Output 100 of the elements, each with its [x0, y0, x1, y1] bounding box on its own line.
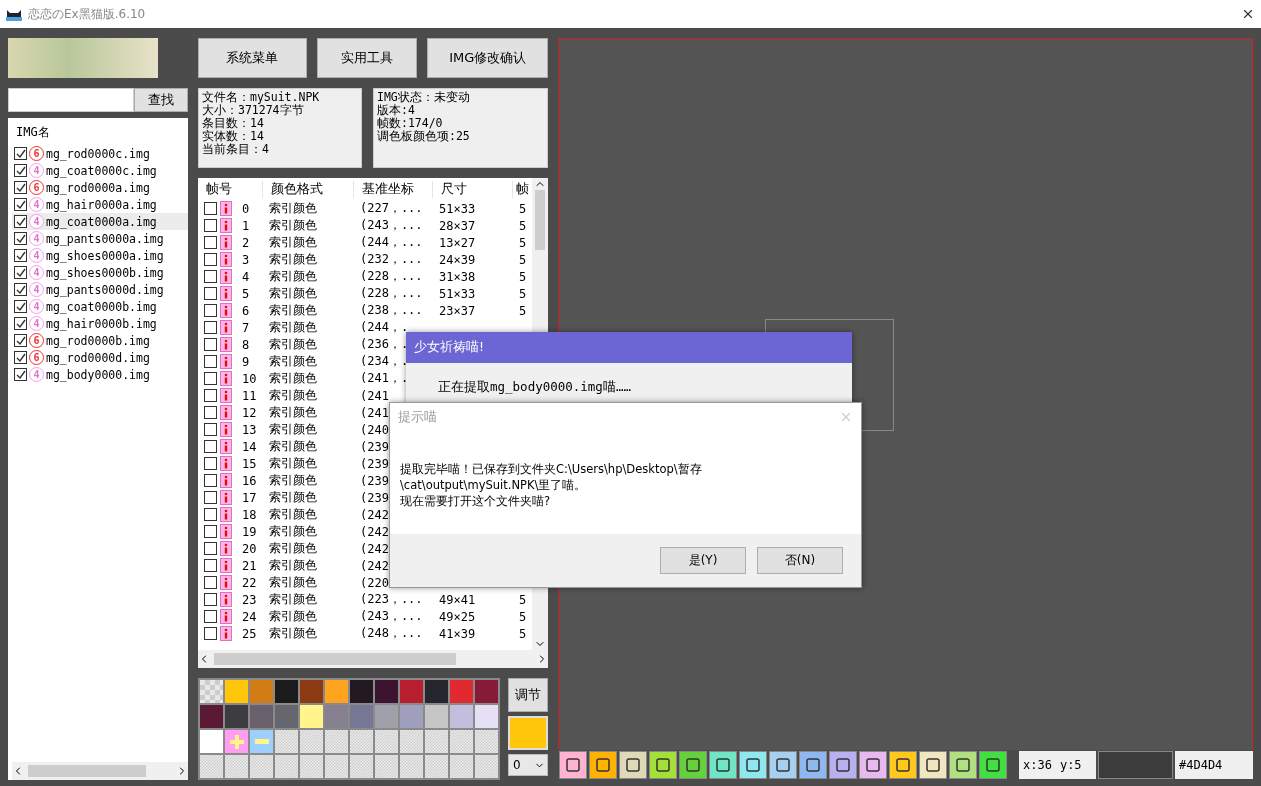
- version-badge: 6: [29, 333, 44, 348]
- table-cell: 10: [241, 371, 257, 386]
- version-badge: 4: [29, 282, 44, 297]
- version-badge: 4: [29, 163, 44, 178]
- table-cell: 5: [519, 218, 527, 233]
- info-text: 实体数：14: [202, 130, 265, 143]
- table-cell: 索引颜色: [269, 557, 317, 574]
- table-cell: 5: [519, 609, 527, 624]
- table-cell: 5: [519, 235, 527, 250]
- table-cell: 1: [241, 218, 250, 233]
- table-cell: 索引颜色: [269, 438, 317, 455]
- img-name: mg_hair0000b.img: [46, 316, 157, 331]
- info-text: 大小：371274字节: [202, 104, 304, 117]
- table-cell: 索引颜色: [269, 404, 317, 421]
- table-cell: 23×37: [439, 303, 476, 318]
- table-cell: 索引颜色: [269, 268, 317, 285]
- table-cell: 索引颜色: [269, 217, 317, 234]
- table-cell: 41×39: [439, 626, 476, 641]
- info-text: 当前条目：4: [202, 143, 270, 156]
- info-text: 版本:4: [377, 104, 416, 117]
- img-name: mg_rod0000b.img: [46, 333, 150, 348]
- table-cell: 索引颜色: [269, 625, 317, 642]
- table-cell: 24: [241, 609, 257, 624]
- table-cell: 索引颜色: [269, 336, 317, 353]
- table-cell: (242: [360, 558, 389, 573]
- window-title: 恋恋のEx黑猫版.6.10: [28, 5, 147, 23]
- table-cell: (239: [360, 490, 389, 505]
- table-cell: 索引颜色: [269, 285, 317, 302]
- table-cell: 5: [519, 626, 527, 641]
- info-text: 文件名：mySuit.NPK: [202, 91, 321, 104]
- table-cell: (243，...: [360, 217, 423, 234]
- img-name: mg_shoes0000b.img: [46, 265, 164, 280]
- table-cell: 索引颜色: [269, 251, 317, 268]
- info-text: 调色板颜色项:25: [377, 130, 471, 143]
- table-cell: 索引颜色: [269, 574, 317, 591]
- table-cell: 索引颜色: [269, 489, 317, 506]
- table-cell: (241: [360, 405, 389, 420]
- table-cell: (241，.: [360, 370, 409, 387]
- img-name: mg_body0000.img: [46, 367, 150, 382]
- table-cell: (242: [360, 507, 389, 522]
- table-cell: 索引颜色: [269, 591, 317, 608]
- table-cell: (227，...: [360, 200, 423, 217]
- version-badge: 4: [29, 231, 44, 246]
- table-cell: 25: [241, 626, 257, 641]
- table-cell: 4: [241, 269, 250, 284]
- table-cell: (220: [360, 575, 389, 590]
- img-name: mg_pants0000d.img: [46, 282, 164, 297]
- img-name: mg_rod0000a.img: [46, 180, 150, 195]
- table-cell: 索引颜色: [269, 370, 317, 387]
- table-cell: 5: [519, 592, 527, 607]
- info-text: IMG状态：未变动: [377, 91, 471, 104]
- table-cell: 24×39: [439, 252, 476, 267]
- table-cell: 3: [241, 252, 250, 267]
- table-cell: (239: [360, 473, 389, 488]
- table-cell: (228，...: [360, 285, 423, 302]
- table-cell: 18: [241, 507, 257, 522]
- table-cell: (242: [360, 541, 389, 556]
- table-cell: 22: [241, 575, 257, 590]
- dialog-title: 少女祈祷喵!: [414, 339, 485, 356]
- table-cell: (228，...: [360, 268, 423, 285]
- table-cell: 2: [241, 235, 250, 250]
- img-name: mg_hair0000a.img: [46, 197, 157, 212]
- table-cell: 索引颜色: [269, 302, 317, 319]
- version-badge: 6: [29, 180, 44, 195]
- table-cell: 31×38: [439, 269, 476, 284]
- version-badge: 4: [29, 299, 44, 314]
- version-badge: 4: [29, 265, 44, 280]
- table-cell: 5: [519, 269, 527, 284]
- img-name: mg_rod0000d.img: [46, 350, 150, 365]
- table-cell: 0: [241, 201, 250, 216]
- img-name: mg_coat0000a.img: [46, 214, 157, 229]
- table-cell: 49×25: [439, 609, 476, 624]
- table-cell: 5: [519, 201, 527, 216]
- img-name: mg_coat0000c.img: [46, 163, 157, 178]
- table-cell: 5: [519, 286, 527, 301]
- table-cell: 索引颜色: [269, 421, 317, 438]
- table-cell: 20: [241, 541, 257, 556]
- img-name: mg_rod0000c.img: [46, 146, 150, 161]
- dialog-message: 现在需要打开这个文件夹喵?: [400, 493, 552, 509]
- x-coordinate: x:36: [1023, 758, 1052, 772]
- table-cell: 索引颜色: [269, 472, 317, 489]
- table-cell: 索引颜色: [269, 506, 317, 523]
- table-cell: (244，...: [360, 234, 423, 251]
- table-cell: 13×27: [439, 235, 476, 250]
- img-name: mg_pants0000a.img: [46, 231, 164, 246]
- table-cell: (243，...: [360, 608, 423, 625]
- table-cell: 21: [241, 558, 257, 573]
- version-badge: 6: [29, 146, 44, 161]
- y-coordinate: y:5: [1059, 758, 1082, 772]
- version-badge: 4: [29, 367, 44, 382]
- table-cell: 索引颜色: [269, 234, 317, 251]
- table-cell: (234，.: [360, 353, 409, 370]
- table-cell: (236，.: [360, 336, 409, 353]
- table-cell: 索引颜色: [269, 353, 317, 370]
- table-cell: 5: [241, 286, 250, 301]
- table-cell: (239: [360, 456, 389, 471]
- version-badge: 4: [29, 214, 44, 229]
- table-cell: 16: [241, 473, 257, 488]
- table-cell: 9: [241, 354, 250, 369]
- table-cell: (238，...: [360, 302, 423, 319]
